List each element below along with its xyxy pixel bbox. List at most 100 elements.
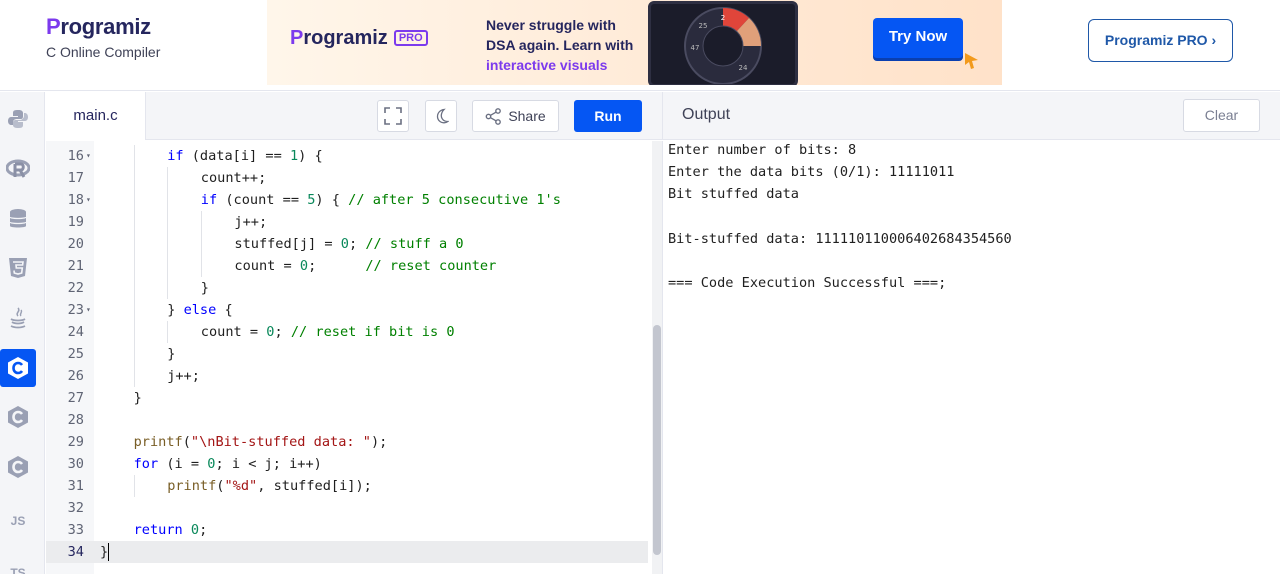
code-line[interactable]: 16 ▾ if (data[i] == 1) { xyxy=(46,145,648,167)
top-header: Programiz C Online Compiler Programiz PRO… xyxy=(0,0,1280,91)
line-number: 32 xyxy=(67,500,84,516)
programiz-pro-button[interactable]: Programiz PRO › xyxy=(1088,19,1233,62)
clear-button[interactable]: Clear xyxy=(1183,99,1260,132)
banner-logo: Programiz PRO xyxy=(290,27,428,50)
sidebar-item-r[interactable] xyxy=(0,150,36,188)
sidebar-item-c[interactable] xyxy=(0,349,36,387)
banner-copy: Never struggle with DSA again. Learn wit… xyxy=(486,15,656,75)
code-line[interactable]: 33 return 0; xyxy=(46,519,648,541)
logo-letter: P xyxy=(46,14,61,39)
sidebar-item-sql[interactable] xyxy=(0,200,36,238)
share-icon xyxy=(485,107,502,125)
code-line[interactable]: 34} xyxy=(46,541,648,563)
line-number: 28 xyxy=(67,412,84,428)
line-number: 23 xyxy=(67,302,84,318)
code-line[interactable]: 32 xyxy=(46,497,648,519)
output-line: Bit-stuffed data: 1111101100064026843545… xyxy=(668,230,1012,247)
code-text: count++; xyxy=(200,170,267,186)
code-line[interactable]: 31 printf("%d", stuffed[i]); xyxy=(46,475,648,497)
code-line[interactable]: 19 j++; xyxy=(46,211,648,233)
line-number: 22 xyxy=(67,280,84,296)
output-header: Output Clear xyxy=(662,92,1280,140)
cpp-icon xyxy=(8,406,28,428)
output-line: === Code Execution Successful ===; xyxy=(668,275,947,292)
language-sidebar: JS TS xyxy=(0,92,45,574)
file-tab-main-c[interactable]: main.c xyxy=(46,92,146,140)
cursor-arrow-icon xyxy=(965,53,978,69)
theme-toggle-button[interactable] xyxy=(425,100,457,132)
banner-pro-badge: PRO xyxy=(393,30,428,46)
line-number: 26 xyxy=(67,368,84,384)
line-number: 30 xyxy=(67,456,84,472)
try-now-button[interactable]: Try Now xyxy=(873,18,963,58)
output-console[interactable]: Enter number of bits: 8 Enter the data bi… xyxy=(662,141,1280,574)
banner-logo-text: rogramiz xyxy=(303,27,388,49)
line-number: 19 xyxy=(67,214,84,230)
code-line[interactable]: 23 ▾ } else { xyxy=(46,299,648,321)
line-number: 27 xyxy=(67,390,84,406)
code-line[interactable]: 28 xyxy=(46,409,648,431)
line-number: 18 xyxy=(67,192,84,208)
code-line[interactable]: 22} xyxy=(46,277,648,299)
code-text: for (i = 0; i < j; i++) xyxy=(133,456,322,472)
java-icon xyxy=(10,307,26,329)
banner-line-1: Never struggle with xyxy=(486,17,616,33)
code-line[interactable]: 20 stuffed[j] = 0; // stuff a 0 xyxy=(46,233,648,255)
sidebar-item-html[interactable] xyxy=(0,249,36,287)
indent-guide xyxy=(200,255,202,277)
line-number: 29 xyxy=(67,434,84,450)
indent-guide xyxy=(133,343,135,365)
code-text: printf("%d", stuffed[i]); xyxy=(167,478,372,494)
fold-chevron-icon[interactable]: ▾ xyxy=(86,189,91,211)
code-line[interactable]: 17 count++; xyxy=(46,167,648,189)
code-text: } xyxy=(167,346,176,362)
fold-chevron-icon[interactable]: ▾ xyxy=(86,145,91,167)
python-icon xyxy=(8,110,28,128)
code-line[interactable]: 25} xyxy=(46,343,648,365)
indent-guide xyxy=(167,321,169,343)
sidebar-item-python[interactable] xyxy=(0,100,36,138)
code-line[interactable]: 26 j++; xyxy=(46,365,648,387)
editor-scrollbar-thumb[interactable] xyxy=(653,325,661,555)
promo-banner[interactable]: Programiz PRO Never struggle with DSA aga… xyxy=(267,0,1002,85)
banner-line-3: interactive visuals xyxy=(486,57,608,73)
sidebar-item-csharp[interactable] xyxy=(0,448,36,486)
sidebar-item-cpp[interactable] xyxy=(0,398,36,436)
code-text: } xyxy=(200,280,209,296)
line-number: 34 xyxy=(67,544,84,560)
code-line[interactable]: 21 count = 0; // reset counter xyxy=(46,255,648,277)
code-text: return 0; xyxy=(133,522,208,538)
fullscreen-button[interactable] xyxy=(377,100,409,132)
code-line[interactable]: 29 printf("\nBit-stuffed data: "); xyxy=(46,431,648,453)
programiz-logo[interactable]: Programiz C Online Compiler xyxy=(46,14,160,60)
output-line: Bit stuffed data xyxy=(668,186,799,203)
line-number: 16 xyxy=(67,148,84,164)
share-button[interactable]: Share xyxy=(472,100,559,132)
logo-text: rogramiz xyxy=(60,14,151,39)
code-text: } xyxy=(100,544,109,560)
js-icon: JS xyxy=(10,514,26,528)
code-text: } else { xyxy=(167,302,233,318)
sidebar-item-java[interactable] xyxy=(0,299,36,337)
banner-logo-letter: P xyxy=(290,27,304,49)
code-text: } xyxy=(133,390,142,406)
code-line[interactable]: 30 for (i = 0; i < j; i++) xyxy=(46,453,648,475)
sidebar-item-js[interactable]: JS xyxy=(0,502,36,540)
indent-guide xyxy=(133,475,135,497)
fold-chevron-icon[interactable]: ▾ xyxy=(86,299,91,321)
fullscreen-icon xyxy=(384,107,402,125)
indent-guide xyxy=(200,211,202,233)
code-text: stuffed[j] = 0; // stuff a 0 xyxy=(234,236,464,252)
text-cursor xyxy=(108,543,109,561)
run-button[interactable]: Run xyxy=(574,100,642,132)
share-label: Share xyxy=(508,108,546,124)
code-editor[interactable]: 16 ▾ if (data[i] == 1) {17 count++; 18 ▾ if (c… xyxy=(46,141,662,574)
indent-guide xyxy=(167,277,169,299)
code-line[interactable]: 24 count = 0; // reset if bit is 0 xyxy=(46,321,648,343)
indent-guide xyxy=(133,145,135,167)
sidebar-item-ts[interactable]: TS xyxy=(0,554,36,574)
code-line[interactable]: 18 ▾ if (count == 5) { // after 5 consecut… xyxy=(46,189,648,211)
code-line[interactable]: 27} xyxy=(46,387,648,409)
code-text: if (count == 5) { // after 5 consecutive… xyxy=(200,192,561,208)
indent-guide xyxy=(133,365,135,387)
